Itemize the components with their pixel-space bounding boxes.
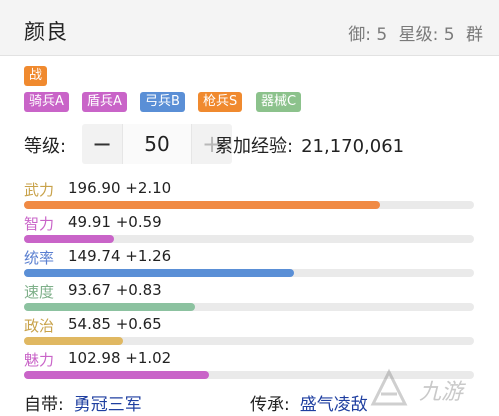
stat-row-politics: 政治 54.85 +0.65 <box>24 315 474 349</box>
jiuyou-logo-icon <box>370 368 408 406</box>
troop-tag-siege: 器械C <box>256 92 302 112</box>
watermark-text: 九游 <box>419 380 464 405</box>
stat-name: 武力 <box>24 181 55 199</box>
stat-name: 统率 <box>24 249 55 267</box>
stat-row-command: 统率 149.74 +1.26 <box>24 247 474 281</box>
innate-skill: 自带: 勇冠三军 <box>24 390 142 415</box>
stat-value: 93.67 +0.83 <box>68 281 162 299</box>
stat-name: 政治 <box>24 317 55 335</box>
stat-bar-fill <box>24 303 195 311</box>
level-stepper: − 50 + <box>82 124 232 164</box>
stat-bar-track <box>24 201 474 209</box>
stat-value: 54.85 +0.65 <box>68 315 162 333</box>
watermark: 九游 <box>363 364 493 416</box>
inherit-skill-link[interactable]: 盛气凌敌 <box>300 395 368 415</box>
stat-bar-track <box>24 337 474 345</box>
star-value: 星级: 5 <box>398 25 455 45</box>
stat-bar-fill <box>24 337 123 345</box>
defense-value: 御: 5 <box>348 25 388 45</box>
card-header: 颜良 御: 5 星级: 5 群 <box>0 0 499 56</box>
stat-row-speed: 速度 93.67 +0.83 <box>24 281 474 315</box>
stat-bar-fill <box>24 201 380 209</box>
exp-value: 21,170,061 <box>301 136 405 157</box>
innate-skill-link[interactable]: 勇冠三军 <box>74 395 142 415</box>
stat-value: 49.91 +0.59 <box>68 213 162 231</box>
stat-value: 196.90 +2.10 <box>68 179 172 197</box>
stat-bar-track <box>24 269 474 277</box>
inherit-skill: 传承: 盛气凌敌 <box>250 390 368 415</box>
troop-tag-archer: 弓兵B <box>140 92 185 112</box>
hero-card: 颜良 御: 5 星级: 5 群 战 骑兵A 盾兵A 弓兵B 枪兵S 器械C 等级… <box>0 0 499 416</box>
accumulated-exp: 累加经验: 21,170,061 <box>215 132 404 158</box>
level-row: 等级: − 50 + 累加经验: 21,170,061 <box>24 124 484 164</box>
type-badge: 战 <box>24 66 48 86</box>
hero-name: 颜良 <box>24 20 68 44</box>
stat-row-intelligence: 智力 49.91 +0.59 <box>24 213 474 247</box>
stat-name: 魅力 <box>24 351 55 369</box>
stat-bar-track <box>24 235 474 243</box>
hero-meta: 御: 5 星级: 5 群 <box>342 20 483 45</box>
stat-name: 速度 <box>24 283 55 301</box>
innate-skill-label: 自带: <box>24 395 64 415</box>
level-value[interactable]: 50 <box>122 124 192 164</box>
stat-value: 149.74 +1.26 <box>68 247 172 265</box>
stat-bar-fill <box>24 269 294 277</box>
troop-tag-spear: 枪兵S <box>198 92 243 112</box>
stat-bar-track <box>24 303 474 311</box>
stat-value: 102.98 +1.02 <box>68 349 172 367</box>
stat-row-force: 武力 196.90 +2.10 <box>24 179 474 213</box>
inherit-skill-label: 传承: <box>250 395 290 415</box>
faction-value: 群 <box>466 25 483 45</box>
exp-label: 累加经验: <box>215 136 294 157</box>
level-decrement-button[interactable]: − <box>82 124 122 164</box>
stat-bar-fill <box>24 235 114 243</box>
stat-name: 智力 <box>24 215 55 233</box>
stat-bar-fill <box>24 371 209 379</box>
troop-tag-cavalry: 骑兵A <box>24 92 69 112</box>
level-label: 等级: <box>24 136 67 157</box>
troop-tag-shield: 盾兵A <box>82 92 127 112</box>
